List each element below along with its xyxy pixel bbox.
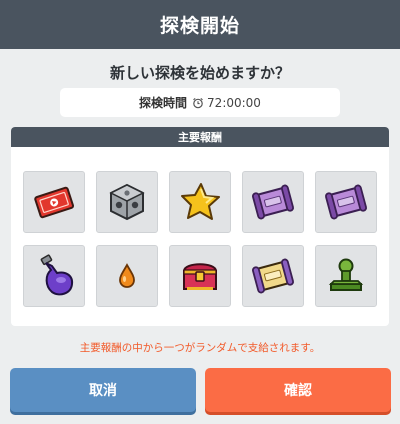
rewards-title: 主要報酬: [178, 131, 222, 144]
reward-slot[interactable]: [23, 171, 85, 233]
reward-slot[interactable]: [23, 245, 85, 307]
green-stamp-icon: [328, 258, 364, 291]
alarm-clock-icon: [193, 97, 203, 108]
orange-drop-icon: [119, 263, 135, 288]
reward-note: 主要報酬の中から一つがランダムで支給されます。: [79, 342, 321, 354]
time-value: 72:00:00: [207, 95, 261, 110]
rewards-grid: [23, 171, 379, 307]
gold-star-icon: [181, 183, 220, 220]
reward-slot[interactable]: [169, 171, 231, 233]
reward-slot[interactable]: [242, 171, 304, 233]
purple-scroll-icon: [325, 184, 367, 220]
rewards-panel: 主要報酬: [11, 127, 389, 326]
dialog-header: 探検開始: [0, 0, 400, 49]
confirm-button[interactable]: 確認: [205, 368, 391, 412]
rewards-header: 主要報酬: [11, 127, 389, 147]
reward-slot[interactable]: [169, 245, 231, 307]
cancel-button[interactable]: 取消: [10, 368, 196, 412]
gold-scroll-icon: [252, 258, 294, 294]
treasure-chest-icon: [182, 263, 218, 290]
purple-potion-icon: [40, 254, 74, 296]
confirm-question: 新しい探検を始めますか？: [109, 64, 290, 82]
purple-scroll-icon: [252, 184, 294, 220]
dice-cube-icon: [109, 183, 145, 221]
red-ticket-icon: [34, 186, 75, 219]
reward-slot[interactable]: [242, 245, 304, 307]
reward-slot[interactable]: [315, 171, 377, 233]
reward-slot[interactable]: [315, 245, 377, 307]
reward-slot[interactable]: [96, 245, 158, 307]
dialog-title: 探検開始: [159, 15, 240, 37]
reward-slot[interactable]: [96, 171, 158, 233]
time-label: 探検時間: [139, 96, 188, 110]
exploration-time-box: 探検時間 72:00:00: [60, 88, 340, 117]
